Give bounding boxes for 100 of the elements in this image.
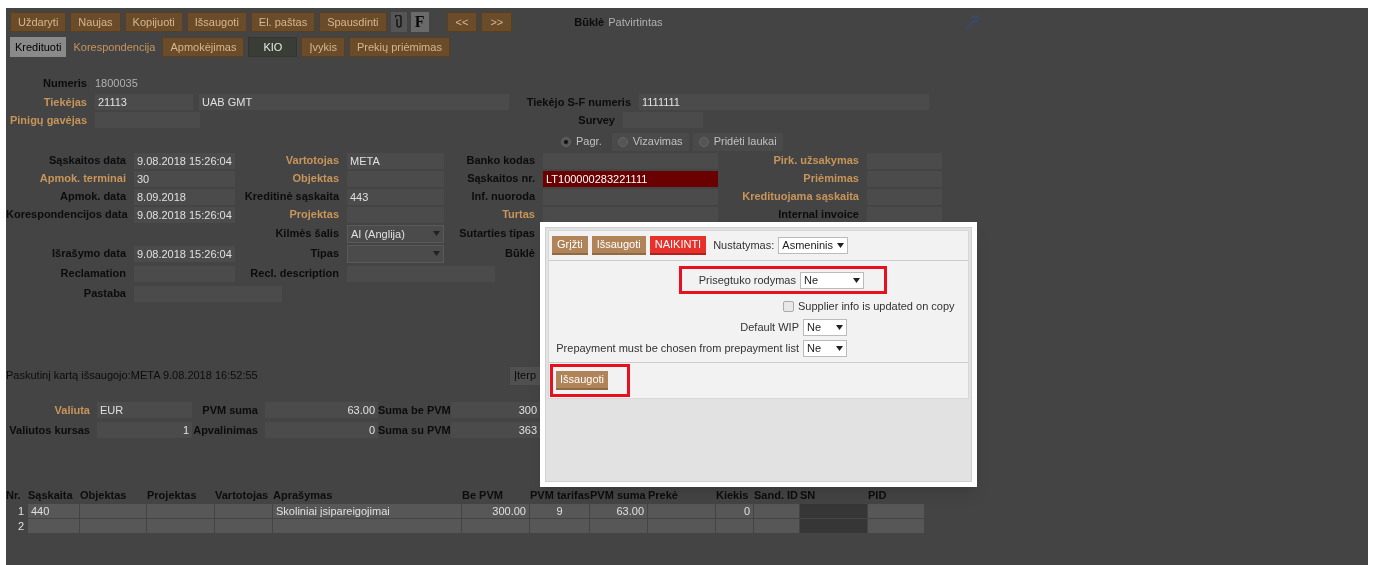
- field-label: Apvalinimas: [192, 423, 259, 438]
- field-label[interactable]: Priėmimas: [718, 170, 863, 187]
- total-value: 1: [97, 422, 192, 439]
- dialog-button[interactable]: Grįžti: [552, 236, 588, 255]
- dialog-button[interactable]: NAIKINTI: [649, 236, 707, 255]
- insert-button[interactable]: Įterp: [510, 366, 540, 385]
- field-label[interactable]: Vartotojas: [235, 152, 343, 169]
- table-cell: 300.00: [462, 504, 530, 518]
- column-header: Be PVM: [462, 487, 504, 503]
- table-cell: [800, 519, 868, 533]
- dropdown-arrow-icon: [433, 251, 440, 256]
- dropdown-arrow-icon: [837, 243, 845, 248]
- text-field[interactable]: 443: [347, 188, 444, 205]
- field-label: Kilmės šalis: [274, 226, 340, 242]
- wrench-icon[interactable]: [964, 14, 979, 30]
- table-cell: 440: [28, 504, 80, 518]
- toolbar-button[interactable]: Išsaugoti: [186, 12, 247, 32]
- text-field[interactable]: LT100000283221111: [543, 170, 718, 187]
- select-field[interactable]: [347, 244, 444, 263]
- setting-row-label: Supplier info is updated on copy: [798, 299, 955, 314]
- field-label: Sąskaitos nr.: [466, 171, 536, 187]
- text-field[interactable]: 21113: [95, 93, 193, 110]
- field-label: Suma su PVM: [378, 423, 448, 438]
- toolbar-button[interactable]: Spausdinti: [319, 12, 387, 32]
- text-field[interactable]: 8.09.2018: [134, 188, 235, 205]
- dropdown-arrow-icon: [836, 324, 843, 330]
- nav-button[interactable]: >>: [481, 12, 513, 32]
- tab[interactable]: Įvykis: [301, 37, 345, 57]
- paperclip-icon[interactable]: [390, 12, 407, 32]
- nav-button[interactable]: <<: [446, 12, 478, 32]
- table-cell: [800, 504, 868, 518]
- text-field[interactable]: 1111111: [639, 93, 929, 110]
- tab-link[interactable]: Korespondencija: [70, 37, 159, 57]
- text-field[interactable]: 30: [134, 170, 235, 187]
- tab[interactable]: Kredituoti: [10, 37, 67, 57]
- tab[interactable]: Prekių priėmimas: [348, 37, 450, 57]
- column-header: Kiekis: [716, 487, 750, 503]
- field-label: Recl. description: [249, 266, 340, 282]
- text-field[interactable]: 9.08.2018 15:26:04: [134, 152, 235, 169]
- view-tab[interactable]: Pridėti laukai: [692, 132, 783, 151]
- column-header: Sąskaita: [28, 487, 74, 503]
- field-label[interactable]: Tiekėjas: [6, 93, 91, 110]
- column-header: Projektas: [147, 487, 198, 503]
- field-label: Numeris: [41, 76, 88, 91]
- setting-row-label: Prepayment must be chosen from prepayment list: [556, 340, 799, 356]
- field-label[interactable]: Projektas: [235, 206, 343, 223]
- field-label[interactable]: Objektas: [235, 170, 343, 187]
- field-label: Suma be PVM: [378, 402, 448, 418]
- dropdown-arrow-icon: [433, 231, 440, 236]
- text-field[interactable]: UAB GMT: [199, 93, 509, 110]
- toolbar-button[interactable]: Uždaryti: [10, 12, 67, 32]
- table-cell: [868, 504, 925, 518]
- view-tab[interactable]: Vizavimas: [611, 132, 689, 151]
- select-field[interactable]: Ne: [803, 318, 847, 336]
- toolbar-button[interactable]: El. paštas: [250, 12, 316, 32]
- text-field[interactable]: [543, 188, 718, 205]
- select-field[interactable]: Ne: [803, 339, 847, 357]
- field-label[interactable]: Pirk. užsakymas: [718, 152, 863, 169]
- column-header: Vartotojas: [215, 487, 270, 503]
- number-value: 1800035: [95, 76, 138, 91]
- dialog-button[interactable]: Išsaugoti: [591, 236, 646, 255]
- select-field[interactable]: AI (Anglija): [347, 224, 444, 243]
- total-value: 63.00: [265, 401, 378, 418]
- field-label: Tipas: [309, 246, 340, 262]
- table-cell: 0: [716, 504, 754, 518]
- field-label: Sutarties tipas: [458, 226, 536, 242]
- toolbar-button[interactable]: Kopijuoti: [124, 12, 183, 32]
- total-value: 363: [451, 422, 540, 439]
- dropdown-arrow-icon: [853, 277, 860, 283]
- table-cell: 63.00: [590, 504, 648, 518]
- text-field[interactable]: [867, 206, 942, 223]
- total-value: 0: [265, 422, 378, 439]
- setting-row-label: Default WIP: [740, 319, 799, 335]
- checkbox[interactable]: [783, 300, 794, 312]
- field-label[interactable]: Kredituojama sąskaita: [718, 188, 863, 205]
- field-label: Sąskaitos data: [47, 153, 127, 169]
- table-cell: [754, 519, 800, 533]
- text-field[interactable]: 9.08.2018 15:26:04: [134, 206, 235, 223]
- field-label[interactable]: Valiuta: [6, 401, 94, 418]
- field-label[interactable]: Apmok. terminai: [6, 170, 130, 187]
- field-label: Survey: [577, 113, 616, 128]
- field-label: Reclamation: [59, 266, 127, 282]
- field-label[interactable]: Turtas: [444, 206, 539, 223]
- view-tab[interactable]: Pagr.: [555, 132, 608, 151]
- text-field[interactable]: 9.08.2018 15:26:04: [134, 245, 235, 262]
- setting-row-label: Prisegtuko rodymas: [698, 272, 796, 288]
- setting-select[interactable]: Asmeninis: [778, 237, 849, 254]
- field-label[interactable]: Pinigų gavėjas: [6, 112, 91, 129]
- text-field[interactable]: [543, 206, 718, 223]
- format-button[interactable]: F: [410, 12, 429, 32]
- select-field[interactable]: Ne: [800, 271, 864, 289]
- dropdown-arrow-icon: [836, 345, 843, 351]
- field-label: Būklė: [504, 246, 536, 262]
- toolbar-button[interactable]: Naujas: [70, 12, 121, 32]
- save-button[interactable]: Išsaugoti: [556, 370, 609, 390]
- setting-label: Nustatymas:: [713, 238, 775, 254]
- text-field[interactable]: META: [347, 152, 444, 169]
- field-label: Pastaba: [82, 286, 127, 302]
- status-label: Būklė: [574, 14, 605, 30]
- tab[interactable]: Apmokėjimas: [162, 37, 245, 57]
